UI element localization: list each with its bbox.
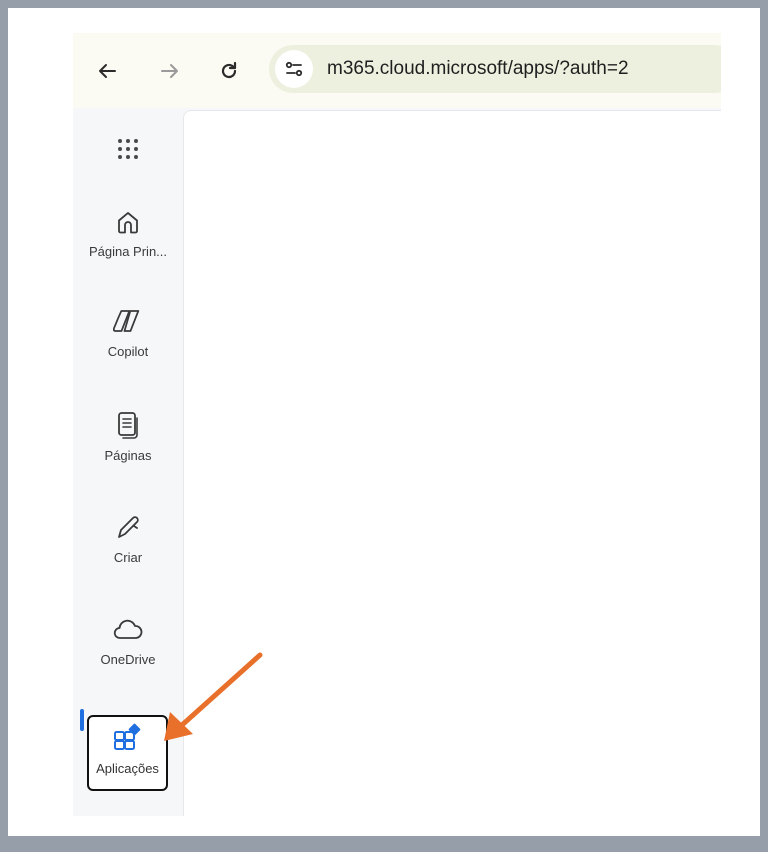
browser-toolbar: m365.cloud.microsoft/apps/?auth=2 [73, 33, 721, 108]
app-launcher-icon [118, 139, 138, 159]
app-launcher-button[interactable] [73, 136, 183, 162]
reload-icon [221, 61, 237, 79]
page-content: Página Prin... Copilot Páginas Criar One… [73, 108, 721, 816]
url-text[interactable]: m365.cloud.microsoft/apps/?auth=2 [327, 58, 629, 80]
back-button[interactable] [87, 53, 127, 89]
sidebar-item-label: Criar [113, 550, 143, 565]
sidebar-item-onedrive[interactable]: OneDrive [73, 616, 183, 667]
sidebar-item-label: OneDrive [100, 652, 156, 667]
sidebar-item-label: Aplicações [96, 761, 159, 776]
reload-button[interactable] [209, 53, 249, 89]
sidebar-item-home[interactable]: Página Prin... [73, 208, 183, 259]
pages-icon [118, 412, 138, 439]
copilot-icon [113, 310, 140, 332]
address-bar[interactable]: m365.cloud.microsoft/apps/?auth=2 [269, 45, 721, 93]
main-content-panel [183, 110, 721, 816]
forward-button[interactable] [150, 53, 190, 89]
sidebar-item-copilot[interactable]: Copilot [73, 306, 183, 359]
sidebar-item-label: Páginas [104, 448, 152, 463]
browser-window: m365.cloud.microsoft/apps/?auth=2 Página… [73, 33, 721, 816]
sidebar-item-apps[interactable]: Aplicações [87, 715, 168, 791]
cloud-icon [113, 619, 143, 639]
sidebar-item-label: Página Prin... [88, 244, 168, 259]
apps-icon [113, 723, 140, 750]
sidebar-item-label: Copilot [107, 344, 149, 359]
home-icon [118, 212, 138, 234]
active-item-indicator [80, 709, 84, 731]
tune-icon [285, 61, 303, 77]
arrow-right-icon [161, 64, 178, 78]
sidebar-item-pages[interactable]: Páginas [73, 410, 183, 463]
app-sidebar: Página Prin... Copilot Páginas Criar One… [73, 108, 183, 816]
sidebar-item-create[interactable]: Criar [73, 512, 183, 565]
arrow-left-icon [99, 64, 116, 78]
site-info-button[interactable] [275, 50, 313, 88]
pen-icon [118, 516, 139, 538]
